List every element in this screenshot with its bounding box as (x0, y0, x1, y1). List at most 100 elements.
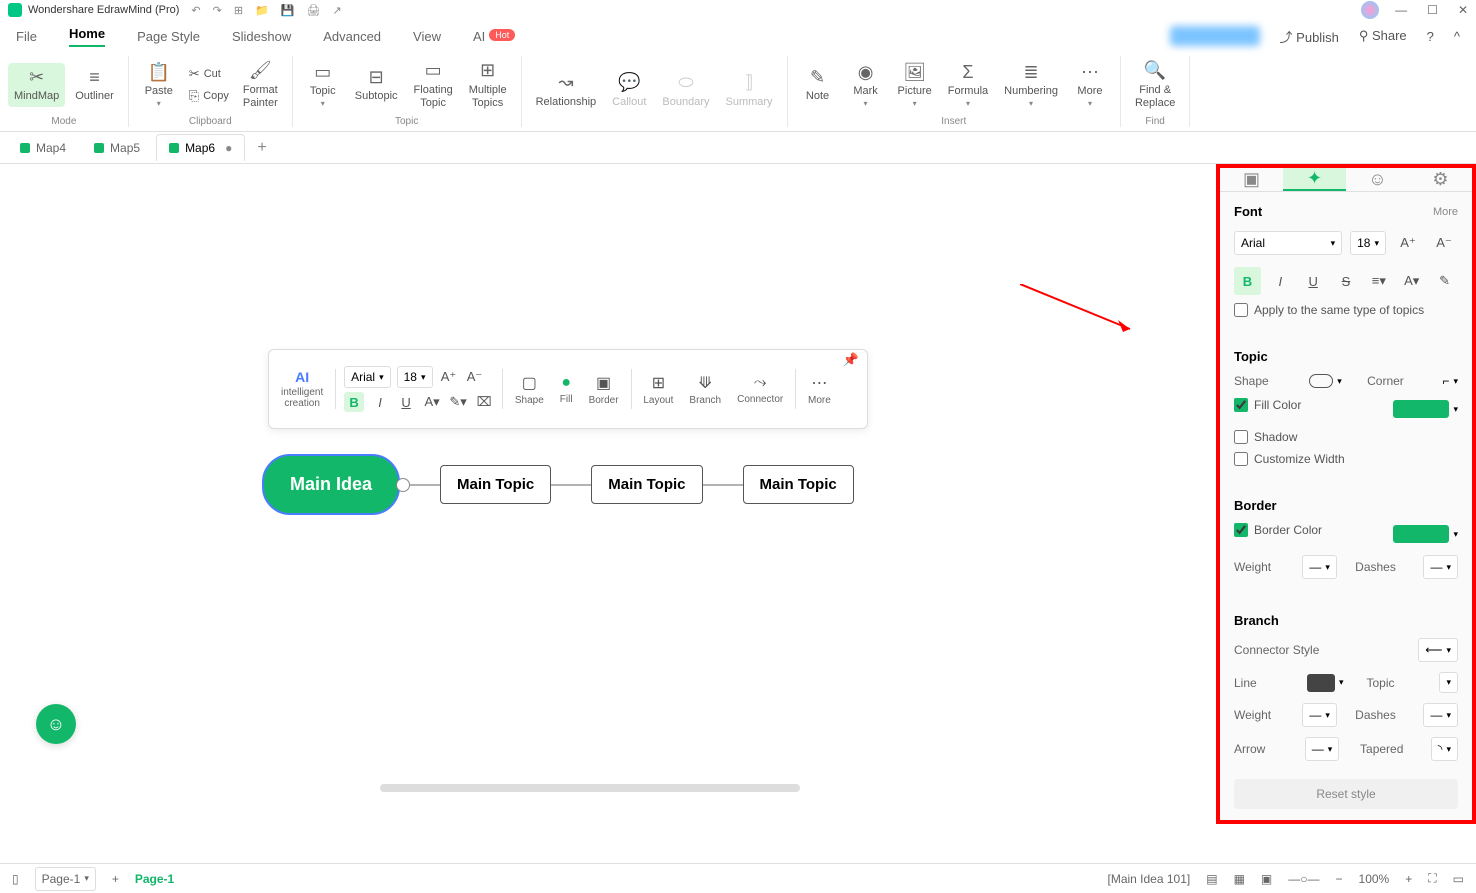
zoom-in-icon[interactable]: + (1405, 872, 1412, 886)
font-family-select[interactable]: Arial ▾ (344, 366, 391, 388)
subtopic-button[interactable]: ⊟Subtopic (349, 63, 404, 108)
ai-creation-button[interactable]: AI intelligent creation (277, 369, 327, 409)
decrease-font-icon[interactable]: A⁻ (465, 367, 485, 387)
apply-same-checkbox[interactable]: Apply to the same type of topics (1234, 303, 1458, 317)
highlight-button[interactable]: ✎▾ (448, 392, 468, 412)
outliner-mode-button[interactable]: ≡Outliner (69, 63, 120, 108)
panel-align-button[interactable]: ≡▾ (1365, 267, 1392, 295)
callout-button[interactable]: 💬Callout (606, 68, 652, 113)
zoom-out-icon[interactable]: − (1336, 872, 1343, 886)
tab-map5[interactable]: Map5 (82, 135, 152, 161)
layout-button[interactable]: ⊞Layout (639, 373, 677, 406)
format-painter-button[interactable]: 🖌Format Painter (237, 56, 284, 114)
menu-page-style[interactable]: Page Style (137, 29, 200, 44)
increase-font-button[interactable]: A⁺ (1394, 229, 1422, 257)
share-button[interactable]: ⚲ Share (1359, 28, 1407, 44)
panel-highlight-button[interactable]: ✎ (1431, 267, 1458, 295)
picture-button[interactable]: 🖼Picture▾ (892, 58, 938, 112)
new-icon[interactable]: ⊞ (234, 4, 243, 17)
zoom-slider[interactable]: —○— (1288, 872, 1319, 886)
active-page-label[interactable]: Page-1 (135, 872, 174, 886)
panel-font-family[interactable]: Arial ▾ (1234, 231, 1342, 255)
add-page-button[interactable]: + (112, 872, 119, 886)
undo-icon[interactable]: ↶ (191, 4, 200, 17)
clear-format-button[interactable]: ⌧ (474, 392, 494, 412)
topic-node-3[interactable]: Main Topic (743, 465, 854, 504)
topic-node-1[interactable]: Main Topic (440, 465, 551, 504)
zoom-level[interactable]: 100% (1359, 872, 1390, 886)
promo-banner[interactable] (1170, 26, 1260, 46)
more-button[interactable]: ⋯More (804, 373, 835, 406)
shadow-checkbox[interactable]: Shadow (1234, 430, 1458, 444)
canvas[interactable]: AI intelligent creation Arial ▾ 18 ▾ A⁺ … (0, 164, 1216, 824)
view-mode-1-icon[interactable]: ▤ (1206, 872, 1217, 886)
font-more-link[interactable]: More (1433, 206, 1458, 218)
fill-color-picker[interactable]: ▾ (1393, 400, 1458, 418)
pin-icon[interactable]: 📌 (843, 350, 859, 370)
horizontal-scrollbar[interactable] (380, 784, 800, 792)
floating-topic-button[interactable]: ▭Floating Topic (408, 56, 459, 114)
customize-width-checkbox[interactable]: Customize Width (1234, 452, 1458, 466)
fullscreen-icon[interactable]: ▭ (1453, 872, 1464, 886)
reset-style-button[interactable]: Reset style (1234, 779, 1458, 809)
line-color-picker[interactable]: ▾ (1307, 674, 1344, 692)
branch-topic-select[interactable]: ▾ (1439, 672, 1458, 693)
help-icon[interactable]: ? (1427, 29, 1434, 44)
formula-button[interactable]: ΣFormula▾ (942, 58, 994, 112)
corner-select[interactable]: ⌐▾ (1442, 374, 1458, 388)
view-mode-2-icon[interactable]: ▦ (1234, 872, 1245, 886)
export-icon[interactable]: ↗ (332, 4, 341, 17)
open-icon[interactable]: 📁 (255, 4, 269, 17)
minimize-icon[interactable]: — (1395, 3, 1407, 17)
fit-screen-icon[interactable]: ⛶ (1428, 871, 1436, 886)
maximize-icon[interactable]: ☐ (1427, 3, 1438, 17)
close-icon[interactable]: ✕ (1458, 3, 1468, 17)
border-color-checkbox[interactable]: Border Color (1234, 523, 1322, 537)
panel-bold-button[interactable]: B (1234, 267, 1261, 295)
view-mode-3-icon[interactable]: ▣ (1261, 872, 1272, 886)
arrow-select[interactable]: — ▾ (1305, 737, 1340, 761)
tapered-select[interactable]: ◝ ▾ (1431, 737, 1458, 761)
underline-button[interactable]: U (396, 392, 416, 412)
bold-button[interactable]: B (344, 392, 364, 412)
note-button[interactable]: ✎Note (796, 63, 840, 108)
shape-select[interactable]: ▾ (1309, 374, 1342, 388)
menu-file[interactable]: File (16, 29, 37, 44)
topic-node-2[interactable]: Main Topic (591, 465, 702, 504)
panel-tab-settings[interactable]: ⚙ (1409, 168, 1472, 191)
panel-tab-style[interactable]: ✦ (1283, 168, 1346, 191)
panel-font-size[interactable]: 18 ▾ (1350, 231, 1386, 255)
font-color-button[interactable]: A▾ (422, 392, 442, 412)
mindmap-mode-button[interactable]: ✂MindMap (8, 63, 65, 108)
increase-font-icon[interactable]: A⁺ (439, 367, 459, 387)
branch-weight-select[interactable]: — ▾ (1302, 703, 1337, 727)
summary-button[interactable]: ⟧Summary (719, 68, 778, 113)
menu-slideshow[interactable]: Slideshow (232, 29, 291, 44)
menu-view[interactable]: View (413, 29, 441, 44)
topic-button[interactable]: ▭Topic▾ (301, 58, 345, 112)
numbering-button[interactable]: ≣Numbering▾ (998, 58, 1064, 112)
panel-tab-icon[interactable]: ☺ (1346, 168, 1409, 191)
connector-button[interactable]: ⤳Connector (733, 374, 787, 405)
menu-ai[interactable]: AIHot (473, 29, 515, 44)
panel-italic-button[interactable]: I (1267, 267, 1294, 295)
menu-advanced[interactable]: Advanced (323, 29, 381, 44)
print-icon[interactable]: 🖨 (306, 4, 320, 17)
copy-button[interactable]: ⎘Copy (185, 86, 233, 106)
branch-button[interactable]: ⟱Branch (685, 373, 725, 406)
border-button[interactable]: ▣Border (585, 373, 623, 406)
main-idea-node[interactable]: Main Idea (262, 454, 400, 515)
mark-button[interactable]: ◉Mark▾ (844, 58, 888, 112)
chat-button[interactable]: ☺ (36, 704, 76, 744)
find-replace-button[interactable]: 🔍Find & Replace (1129, 56, 1181, 114)
publish-button[interactable]: ⤴ Publish (1280, 27, 1339, 46)
paste-button[interactable]: 📋Paste▾ (137, 58, 181, 112)
border-dashes-select[interactable]: — ▾ (1423, 555, 1458, 579)
panel-underline-button[interactable]: U (1300, 267, 1327, 295)
fill-button[interactable]: ●Fill (556, 374, 577, 405)
shape-button[interactable]: ▢Shape (511, 373, 548, 406)
font-size-select[interactable]: 18 ▾ (397, 366, 433, 388)
relationship-button[interactable]: ↝Relationship (530, 68, 603, 113)
insert-more-button[interactable]: ⋯More▾ (1068, 58, 1112, 112)
panel-strike-button[interactable]: S (1333, 267, 1360, 295)
